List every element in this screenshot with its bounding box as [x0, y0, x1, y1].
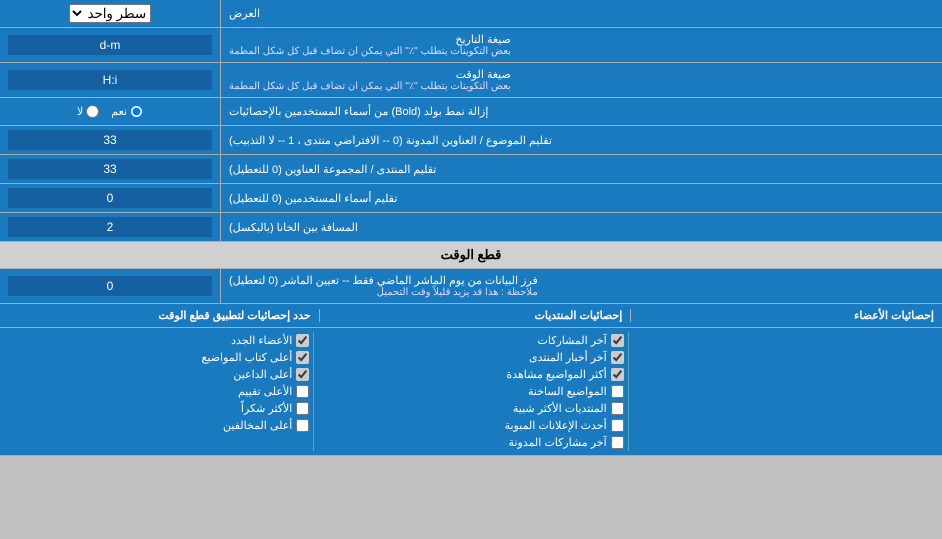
list-item[interactable]: أعلى الداعين — [4, 366, 309, 383]
list-item[interactable]: المواضيع الساخنة — [318, 383, 623, 400]
time-cut-input[interactable] — [8, 276, 212, 296]
topics-count-input[interactable] — [8, 130, 212, 150]
checklist-stats-col — [629, 332, 942, 451]
topics-count-input-area — [0, 126, 220, 154]
list-item[interactable]: أكثر المواضيع مشاهدة — [318, 366, 623, 383]
list-item[interactable]: آخر أخبار المنتدى — [318, 349, 623, 366]
checklist-forum-col: آخر المشاركات آخر أخبار المنتدى أكثر الم… — [314, 332, 628, 451]
time-cut-header: قطع الوقت — [0, 242, 942, 269]
list-item[interactable]: أحدث الإعلانات المبوبة — [318, 417, 623, 434]
list-item[interactable]: الأعلى تقييم — [4, 383, 309, 400]
list-item[interactable]: آخر المشاركات — [318, 332, 623, 349]
checklist-col1-header: إحصائيات المنتديات — [320, 309, 632, 322]
time-format-label: صيغة الوقت بعض التكوينات يتطلب "٪" التي … — [220, 63, 942, 97]
list-item[interactable]: المنتديات الأكثر شبية — [318, 400, 623, 417]
topics-count-label: تقليم الموضوع / العناوين المدونة (0 -- ا… — [220, 126, 942, 154]
space-between-input[interactable] — [8, 217, 212, 237]
space-between-input-area — [0, 213, 220, 241]
time-format-input[interactable] — [8, 70, 212, 90]
stats-apply-header: حدد إحصائيات لتطبيق قطع الوقت — [8, 309, 320, 322]
checklist-member-col: الأعضاء الجدد أعلى كتاب المواضيع أعلى ال… — [0, 332, 314, 451]
list-item[interactable]: الأكثر شكراً — [4, 400, 309, 417]
forum-group-input[interactable] — [8, 159, 212, 179]
bold-remove-label: إزالة نمط بولد (Bold) من أسماء المستخدمي… — [220, 98, 942, 125]
usernames-trim-input-area — [0, 184, 220, 212]
list-item[interactable]: الأعضاء الجدد — [4, 332, 309, 349]
list-item[interactable]: آخر مشاركات المدونة — [318, 434, 623, 451]
display-dropdown-area: سطر واحدسطرينثلاثة أسطر — [0, 0, 220, 27]
bold-no-option[interactable]: لا — [77, 105, 99, 118]
time-cut-label: فرز البيانات من يوم الماشر الماضي فقط --… — [220, 269, 942, 303]
list-item[interactable]: أعلى المخالفين — [4, 417, 309, 434]
bold-remove-options: نعم لا — [0, 98, 220, 125]
checklist-col2-header: إحصائيات الأعضاء — [631, 309, 934, 322]
display-dropdown[interactable]: سطر واحدسطرينثلاثة أسطر — [69, 4, 151, 23]
date-format-label: صيغة التاريخ بعض التكوينات يتطلب "٪" الت… — [220, 28, 942, 62]
space-between-label: المسافة بين الخانا (بالبكسل) — [220, 213, 942, 241]
usernames-trim-label: تقليم أسماء المستخدمين (0 للتعطيل) — [220, 184, 942, 212]
forum-group-input-area — [0, 155, 220, 183]
list-item[interactable]: أعلى كتاب المواضيع — [4, 349, 309, 366]
display-label: العرض — [220, 0, 942, 27]
usernames-trim-input[interactable] — [8, 188, 212, 208]
date-format-input-area — [0, 28, 220, 62]
forum-group-label: تقليم المنتدى / المجموعة العناوين (0 للت… — [220, 155, 942, 183]
date-format-input[interactable] — [8, 35, 212, 55]
bold-yes-option[interactable]: نعم — [111, 105, 143, 118]
time-format-input-area — [0, 63, 220, 97]
time-cut-input-area — [0, 269, 220, 303]
